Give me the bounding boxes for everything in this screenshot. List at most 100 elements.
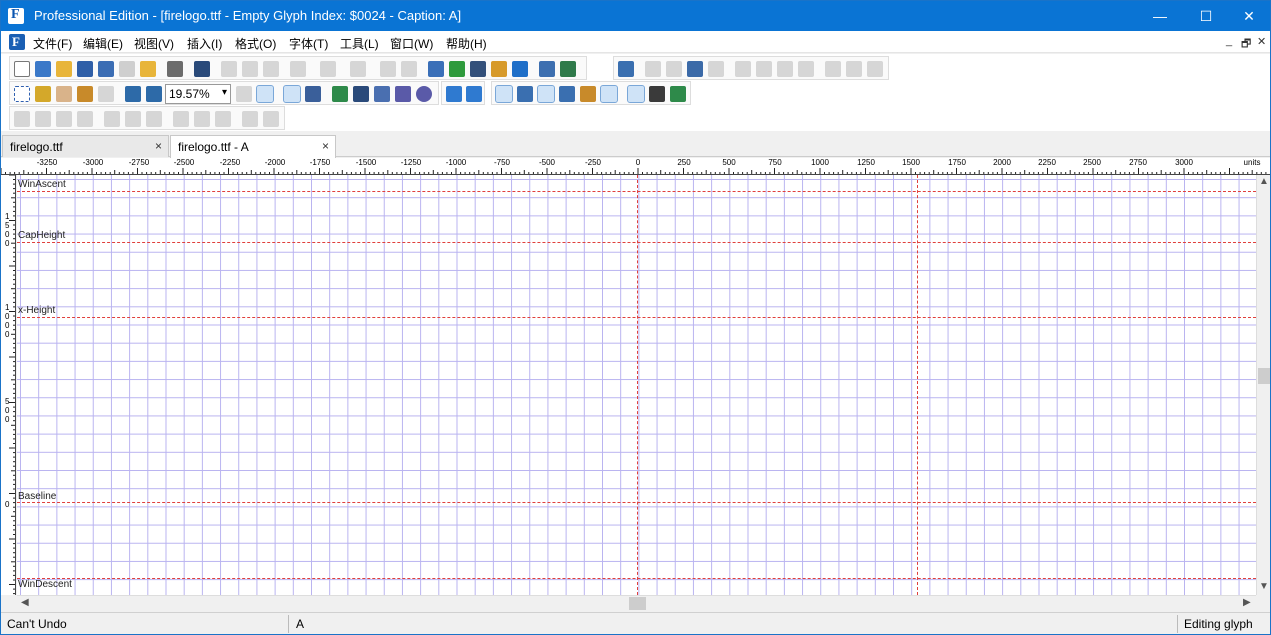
flip-icon: [215, 111, 231, 127]
components-icon[interactable]: [649, 86, 665, 102]
new-font-icon[interactable]: [35, 61, 51, 77]
menu-format[interactable]: 格式(O): [235, 35, 276, 52]
app-logo-icon: [8, 7, 24, 24]
vertical-ruler: 1500 1000 500 0: [1, 175, 16, 595]
tab-close-button[interactable]: ×: [322, 139, 329, 153]
ellipse-icon[interactable]: [416, 86, 432, 102]
sort-icon[interactable]: [428, 61, 444, 77]
node-tool-icon[interactable]: [305, 86, 321, 102]
mdi-restore-button[interactable]: 🗗: [1241, 35, 1251, 54]
window-title: Professional Edition - [firelogo.ttf - E…: [34, 8, 462, 23]
horizontal-scrollbar[interactable]: ◀ ▶: [17, 595, 1256, 611]
hinting-icon[interactable]: [580, 86, 596, 102]
glyph-canvas[interactable]: WinAscent CapHeight x-Height Baseline Wi…: [17, 175, 1256, 595]
menu-tools[interactable]: 工具(L): [340, 35, 379, 52]
drawing-toolbar: 19.57% ▾: [9, 81, 439, 105]
navigation-toolbar: [441, 81, 485, 105]
ruler-label: 250: [677, 158, 691, 167]
add-glyph-icon[interactable]: [560, 61, 576, 77]
document-menu-icon[interactable]: [9, 34, 25, 50]
ruler-label: -2250: [219, 158, 241, 167]
rect-select-icon[interactable]: [14, 86, 30, 102]
scroll-down-icon[interactable]: ▼: [1259, 581, 1269, 592]
save-all-icon[interactable]: [98, 61, 114, 77]
maximize-button[interactable]: ☐: [1183, 1, 1229, 31]
tab-glyph-window[interactable]: firelogo.ttf - A ×: [170, 135, 336, 158]
exclude-icon: [77, 111, 93, 127]
previous-glyph-icon[interactable]: [446, 86, 462, 102]
baseline-icon[interactable]: [600, 85, 618, 103]
palette-icon[interactable]: [687, 61, 703, 77]
validate-icon[interactable]: [449, 61, 465, 77]
menu-file[interactable]: 文件(F): [33, 35, 72, 52]
table-icon[interactable]: [618, 61, 634, 77]
hand-pan-icon[interactable]: [56, 86, 72, 102]
metrics-icon[interactable]: [559, 86, 575, 102]
menu-view[interactable]: 视图(V): [134, 35, 174, 52]
menu-help[interactable]: 帮助(H): [446, 35, 487, 52]
vertical-scroll-thumb[interactable]: [1258, 368, 1270, 384]
mode-status: Editing glyph: [1184, 617, 1253, 631]
folder-icon[interactable]: [140, 61, 156, 77]
open-folder-icon[interactable]: [56, 61, 72, 77]
distribute-h-icon: [173, 111, 189, 127]
ruler-label: 1250: [857, 158, 875, 167]
text-icon[interactable]: [470, 61, 486, 77]
ruler-label: -2000: [264, 158, 286, 167]
zoom-select[interactable]: 19.57% ▾: [165, 84, 231, 104]
status-divider: [288, 615, 289, 633]
guides-icon[interactable]: [517, 86, 533, 102]
find-icon[interactable]: [194, 61, 210, 77]
edit-image-icon[interactable]: [353, 86, 369, 102]
menu-font[interactable]: 字体(T): [289, 35, 328, 52]
select-points-icon[interactable]: [256, 85, 274, 103]
rectangle-icon[interactable]: [395, 86, 411, 102]
tab-close-button[interactable]: ×: [155, 139, 162, 153]
menu-bar: 文件(F) 编辑(E) 视图(V) 插入(I) 格式(O) 字体(T) 工具(L…: [1, 31, 1270, 53]
mdi-minimize-button[interactable]: _: [1226, 35, 1232, 47]
preview-icon[interactable]: [539, 61, 555, 77]
scroll-left-icon[interactable]: ◀: [21, 597, 29, 608]
compare-icon[interactable]: [670, 86, 686, 102]
measure-icon[interactable]: [77, 86, 93, 102]
undo-status: Can't Undo: [7, 617, 67, 631]
ruler-label: 1500: [902, 158, 920, 167]
pointer-icon[interactable]: [283, 85, 301, 103]
print-icon[interactable]: [167, 61, 183, 77]
mdi-close-button[interactable]: ✕: [1257, 35, 1266, 48]
scroll-right-icon[interactable]: ▶: [1243, 597, 1251, 608]
new-file-icon[interactable]: [14, 61, 30, 77]
ruler-label: -1000: [445, 158, 467, 167]
grid-icon[interactable]: [495, 85, 513, 103]
menu-edit[interactable]: 编辑(E): [83, 35, 123, 52]
close-button[interactable]: ✕: [1226, 1, 1271, 31]
snap-icon[interactable]: [627, 85, 645, 103]
scroll-up-icon[interactable]: ▲: [1259, 176, 1269, 187]
tag-icon[interactable]: [491, 61, 507, 77]
bounds-icon[interactable]: [537, 85, 555, 103]
minimize-button[interactable]: —: [1137, 1, 1183, 31]
next-glyph-icon[interactable]: [466, 86, 482, 102]
save-icon[interactable]: [77, 61, 93, 77]
zoom-in-icon[interactable]: [125, 86, 141, 102]
ruler-label: -2500: [173, 158, 195, 167]
tab-font-window[interactable]: firelogo.ttf ×: [2, 135, 169, 157]
tab-label: firelogo.ttf: [10, 140, 63, 154]
advance-width-guide[interactable]: [917, 175, 918, 595]
pen-icon[interactable]: [374, 86, 390, 102]
image-icon[interactable]: [332, 86, 348, 102]
vruler-label: 1000: [5, 303, 10, 339]
zoom-out-icon[interactable]: [146, 86, 162, 102]
checkmark-icon[interactable]: [512, 61, 528, 77]
menu-insert[interactable]: 插入(I): [187, 35, 222, 52]
vertical-scrollbar[interactable]: ▲ ▼: [1256, 175, 1270, 595]
chevron-down-icon: ▾: [221, 87, 227, 98]
copy-document-icon[interactable]: [119, 61, 135, 77]
status-bar: Can't Undo A Editing glyph: [1, 612, 1270, 634]
glyph-b-icon: [777, 61, 793, 77]
undo-icon: [290, 61, 306, 77]
horizontal-scroll-thumb[interactable]: [629, 597, 646, 610]
menu-window[interactable]: 窗口(W): [390, 35, 433, 52]
lasso-icon[interactable]: [35, 86, 51, 102]
origin-guide[interactable]: [637, 175, 638, 595]
